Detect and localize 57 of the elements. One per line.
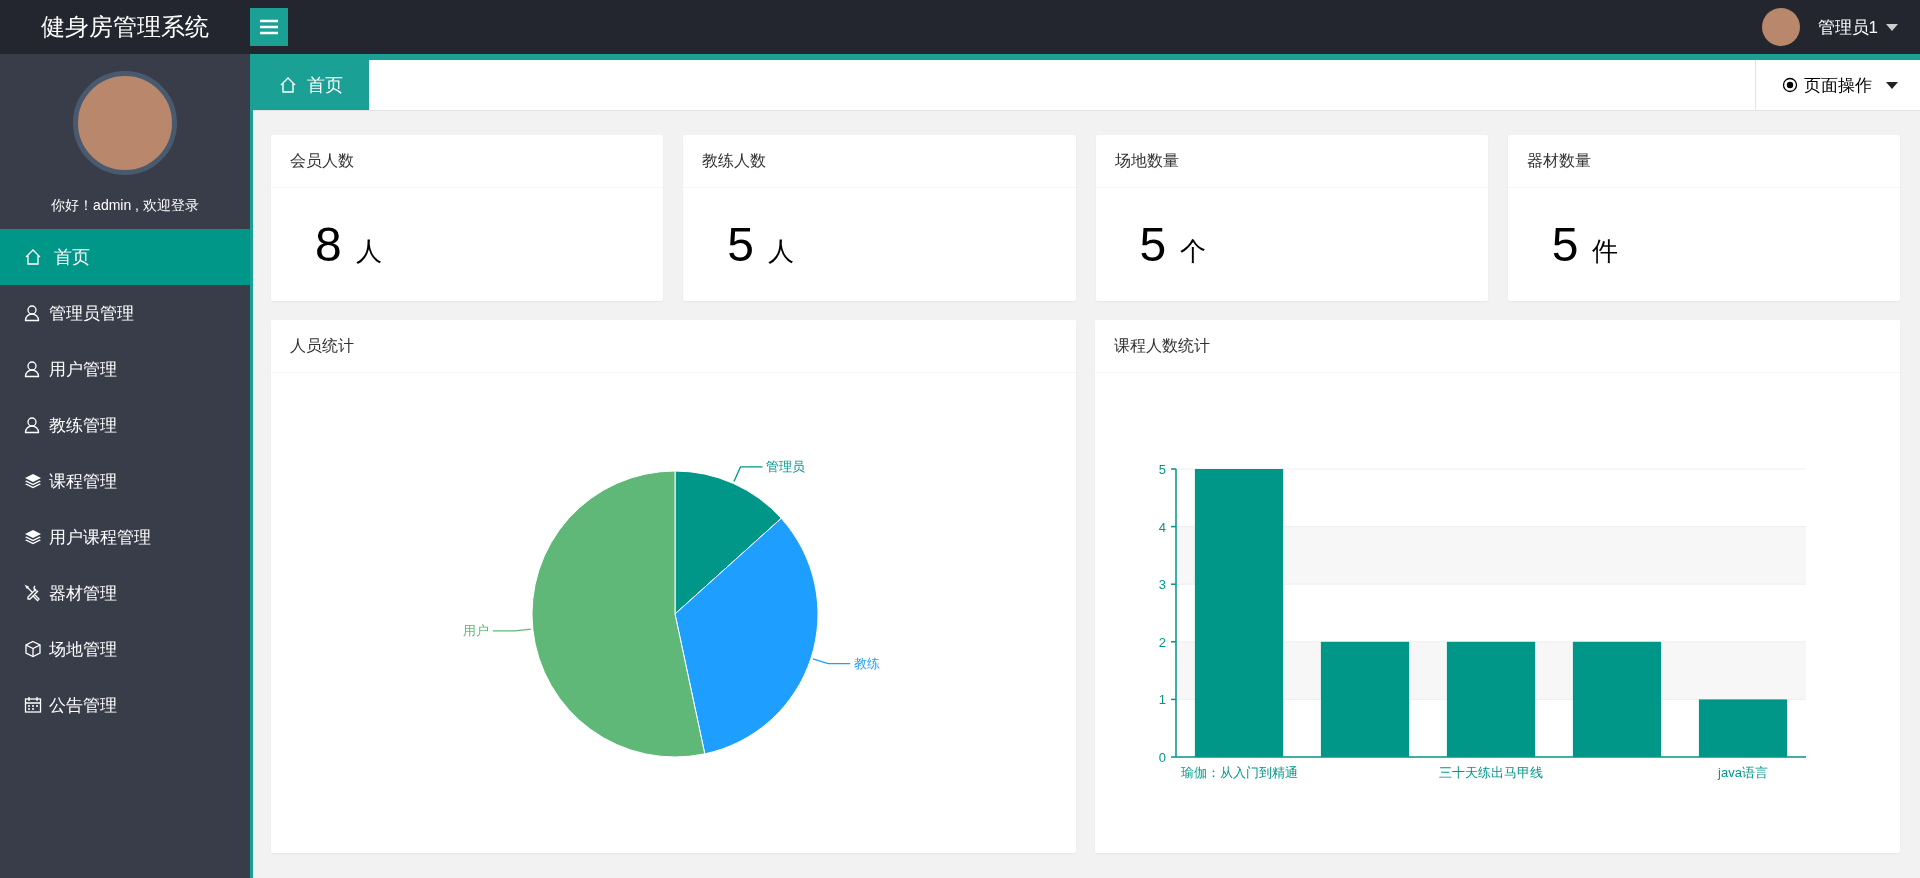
stat-value: 8 (315, 217, 342, 272)
y-tick-label: 3 (1158, 577, 1166, 593)
sidebar-item[interactable]: 用户管理 (0, 341, 250, 397)
user-icon (24, 416, 42, 434)
calendar-icon (24, 696, 42, 714)
radio-dot-icon (1782, 77, 1798, 93)
sidebar-item[interactable]: 课程管理 (0, 453, 250, 509)
user-avatar[interactable] (1761, 8, 1800, 46)
app-title: 健身房管理系统 (40, 12, 210, 42)
home-icon (24, 248, 42, 266)
stat-unit: 人 (355, 235, 382, 268)
user-icon (24, 360, 42, 378)
slice-label: 用户 (462, 622, 489, 638)
sidebar-item[interactable]: 公告管理 (0, 677, 250, 733)
sidebar-item[interactable]: 管理员管理 (0, 285, 250, 341)
leader-line (812, 658, 851, 665)
card-title: 场地数量 (1095, 135, 1488, 188)
leader-line (733, 466, 764, 483)
sidebar-item[interactable]: 用户课程管理 (0, 509, 250, 565)
card-title: 人员统计 (271, 320, 1076, 373)
y-tick-label: 2 (1158, 634, 1166, 650)
cube-icon (24, 640, 42, 658)
greeting-text: 你好！admin , 欢迎登录 (50, 197, 200, 215)
x-tick-label: 三十天练出马甲线 (1439, 765, 1543, 780)
stat-value: 5 (1139, 217, 1167, 272)
layers-icon (24, 528, 42, 546)
stat-value: 5 (727, 217, 754, 272)
stat-value: 5 (1551, 217, 1579, 272)
sidebar-item[interactable]: 首页 (0, 229, 250, 285)
user-icon (24, 304, 42, 322)
home-icon (279, 76, 297, 94)
y-tick-label: 5 (1158, 462, 1166, 477)
y-tick-label: 1 (1158, 692, 1166, 708)
stat-unit: 个 (1180, 235, 1207, 268)
caret-icon (1886, 81, 1898, 89)
card-title: 教练人数 (683, 135, 1076, 188)
slice-label: 教练 (854, 655, 881, 671)
y-tick-label: 4 (1158, 519, 1166, 535)
user-menu[interactable]: 管理员1 (1799, 15, 1920, 39)
stat-unit: 件 (1592, 235, 1619, 268)
leader-line (492, 628, 532, 632)
card-title: 会员人数 (271, 135, 664, 188)
slice-label: 管理员 (766, 458, 806, 474)
stat-unit: 人 (767, 235, 794, 268)
card-title: 课程人数统计 (1095, 320, 1900, 373)
sidebar-item[interactable]: 场地管理 (0, 621, 250, 677)
sidebar-item[interactable]: 教练管理 (0, 397, 250, 453)
y-tick-label: 0 (1158, 750, 1166, 765)
sidebar-item[interactable]: 器材管理 (0, 565, 250, 621)
tools-icon (24, 584, 42, 602)
caret-icon (1886, 23, 1898, 31)
card-title: 器材数量 (1507, 135, 1900, 188)
x-tick-label: 瑜伽：从入门到精通 (1180, 765, 1298, 780)
x-tick-label: java语言 (1718, 765, 1768, 780)
layers-icon (24, 472, 42, 490)
menu-icon (259, 19, 279, 35)
menu-button[interactable] (250, 8, 288, 46)
